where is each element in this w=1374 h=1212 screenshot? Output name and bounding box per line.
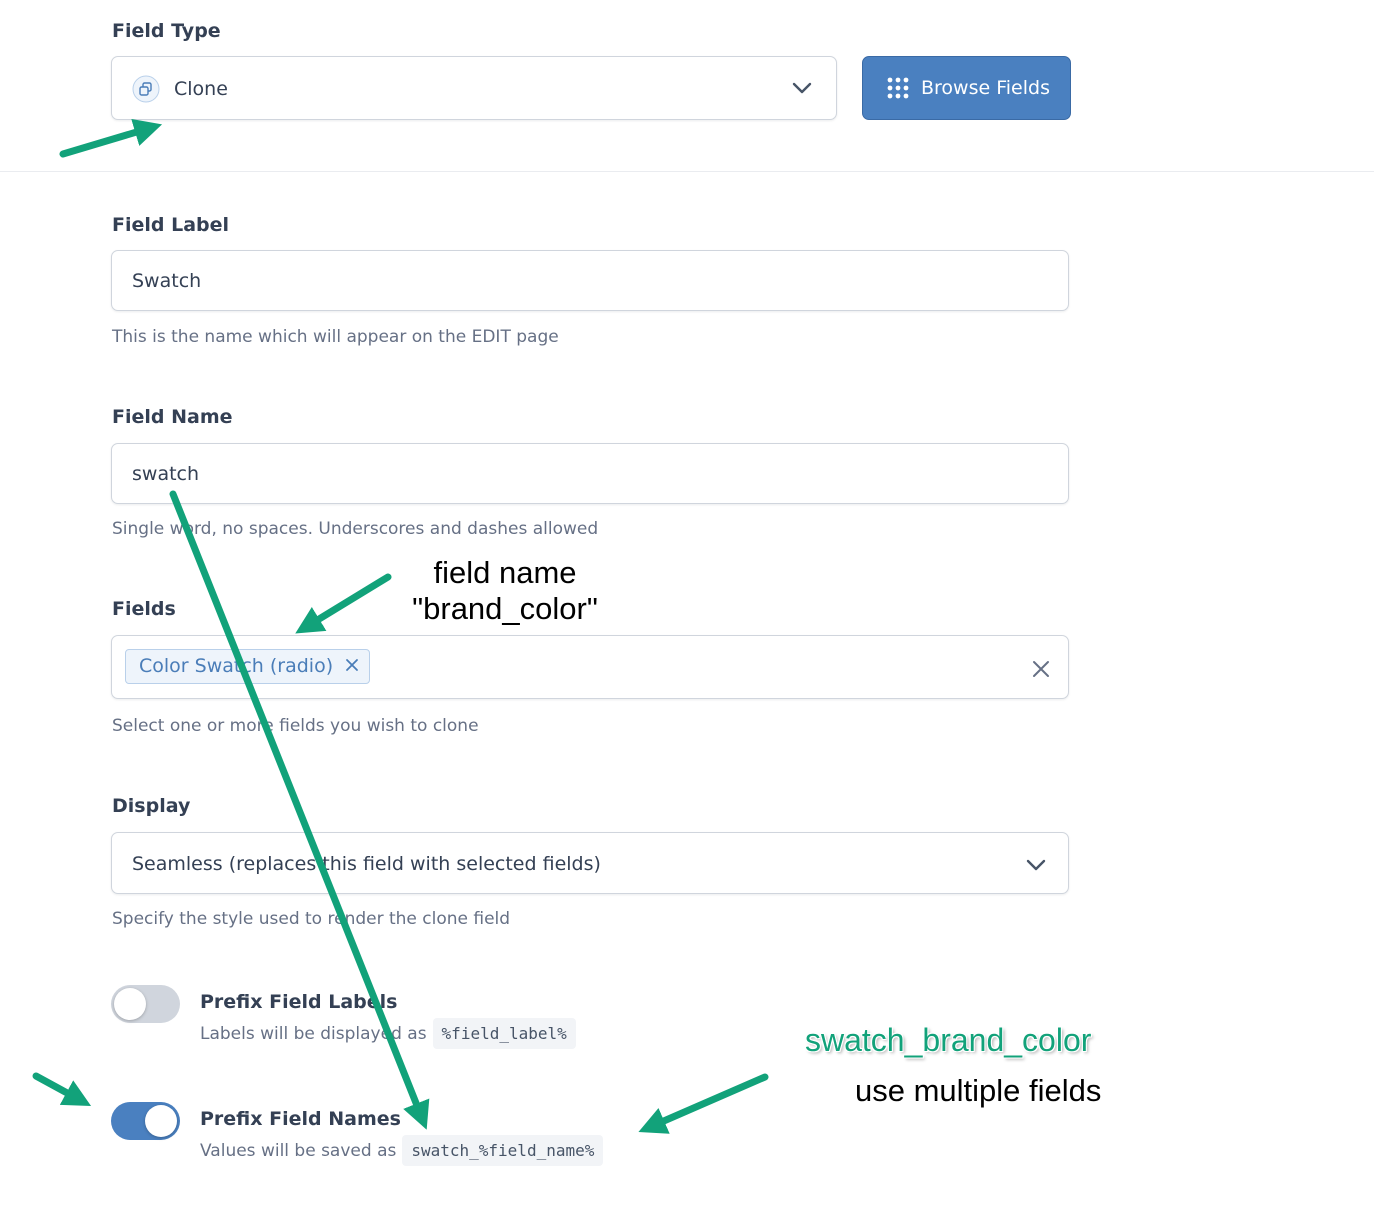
clone-icon [132,75,160,107]
display-value: Seamless (replaces this field with selec… [132,853,601,875]
annotation-field-name-line2: "brand_color" [412,591,598,626]
arrow-fields [295,573,392,634]
selected-field-chip-label: Color Swatch (radio) [139,655,334,677]
arrow-toggle [32,1072,92,1107]
prefix-field-labels-title: Prefix Field Labels [200,991,398,1013]
prefix-field-names-toggle[interactable] [111,1102,180,1140]
display-help: Specify the style used to render the clo… [112,909,511,929]
remove-chip-icon[interactable] [345,650,359,694]
browse-fields-button[interactable]: Browse Fields [862,56,1071,120]
grid-icon [887,77,909,99]
display-label: Display [112,795,191,817]
field-name-value: swatch [132,463,200,485]
arrow-result [638,1073,769,1134]
field-label-input[interactable]: Swatch [111,250,1069,311]
field-name-help: Single word, no spaces. Underscores and … [112,519,599,539]
annotation-result-name: swatch_brand_color [805,1022,1092,1058]
chevron-down-icon [1026,857,1046,876]
fields-select[interactable]: Color Swatch (radio) [111,635,1069,699]
prefix-field-names-code: swatch_%field_name% [402,1135,604,1166]
prefix-field-labels-code: %field_label% [432,1018,576,1049]
fields-help: Select one or more fields you wish to cl… [112,716,479,736]
field-name-input[interactable]: swatch [111,443,1069,504]
field-type-label: Field Type [112,20,221,42]
field-type-value: Clone [174,78,228,100]
arrow-field-type [59,118,163,158]
prefix-field-labels-toggle[interactable] [111,985,180,1023]
prefix-field-names-desc: Values will be saved as swatch_%field_nam… [200,1135,604,1166]
prefix-field-labels-desc: Labels will be displayed as %field_label% [200,1018,576,1049]
field-type-select[interactable]: Clone [111,56,837,120]
field-label-help: This is the name which will appear on th… [112,327,559,347]
annotation-multiple-fields: use multiple fields [855,1073,1102,1108]
field-label-label: Field Label [112,214,230,236]
annotation-field-name-line1: field name [433,555,577,590]
prefix-field-labels-desc-text: Labels will be displayed as [200,1024,427,1044]
clear-all-icon[interactable] [1032,653,1050,687]
browse-fields-label: Browse Fields [921,77,1050,99]
chevron-down-icon [792,80,812,99]
toggle-knob [145,1105,177,1137]
field-label-value: Swatch [132,270,202,292]
section-divider [0,171,1374,172]
field-name-label: Field Name [112,406,233,428]
toggle-knob [114,988,146,1020]
fields-label: Fields [112,598,176,620]
selected-field-chip[interactable]: Color Swatch (radio) [125,649,371,684]
annotation-field-name: field name "brand_color" [410,555,600,627]
prefix-field-names-desc-text: Values will be saved as [200,1141,397,1161]
display-select[interactable]: Seamless (replaces this field with selec… [111,832,1069,894]
prefix-field-names-title: Prefix Field Names [200,1108,401,1130]
